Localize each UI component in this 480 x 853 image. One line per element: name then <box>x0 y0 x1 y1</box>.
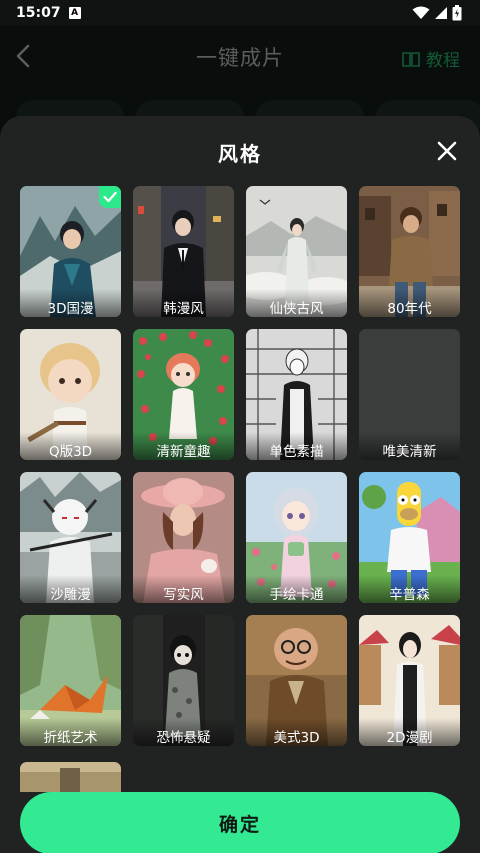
style-card-label: 单色素描 <box>246 432 347 460</box>
style-card-horror-suspense[interactable]: 恐怖悬疑 <box>133 615 234 746</box>
notification-icon: A <box>68 7 81 19</box>
style-card-label: 折纸艺术 <box>20 718 121 746</box>
style-card-label: 美式3D <box>246 718 347 746</box>
style-card-partial[interactable] <box>20 762 121 792</box>
style-card-fresh-childlike[interactable]: 清新童趣 <box>133 329 234 460</box>
status-bar: 15:07 A <box>0 0 480 26</box>
style-card-realistic[interactable]: 写实风 <box>133 472 234 603</box>
battery-icon <box>452 5 462 21</box>
style-card-label: 写实风 <box>133 575 234 603</box>
signal-icon <box>435 7 447 19</box>
style-card-shadiao[interactable]: 沙雕漫 <box>20 472 121 603</box>
style-card-label: 韩漫风 <box>133 289 234 317</box>
style-card-3d-guoman[interactable]: 3D国漫 <box>20 186 121 317</box>
style-card-american-3d[interactable]: 美式3D <box>246 615 347 746</box>
style-card-label: 辛普森 <box>359 575 460 603</box>
style-card-origami[interactable]: 折纸艺术 <box>20 615 121 746</box>
style-card-label: 3D国漫 <box>20 289 121 317</box>
style-card-chibi-3d[interactable]: Q版3D <box>20 329 121 460</box>
style-card-80s[interactable]: 80年代 <box>359 186 460 317</box>
style-card-aesthetic-fresh[interactable]: 唯美清新 <box>359 329 460 460</box>
style-card-label: Q版3D <box>20 432 121 460</box>
wifi-icon <box>412 6 430 19</box>
style-card-label: 2D漫剧 <box>359 718 460 746</box>
close-icon[interactable] <box>436 140 458 162</box>
style-picker-sheet: 风格 3D国漫 韩漫风 仙侠古风 80年代 Q版3D 清新童趣 单色素描 唯美清… <box>0 116 480 853</box>
status-time: 15:07 <box>16 5 61 21</box>
style-card-2d-comic-drama[interactable]: 2D漫剧 <box>359 615 460 746</box>
style-card-label: 80年代 <box>359 289 460 317</box>
style-card-label: 沙雕漫 <box>20 575 121 603</box>
style-card-label: 恐怖悬疑 <box>133 718 234 746</box>
style-card-label: 仙侠古风 <box>246 289 347 317</box>
confirm-button[interactable]: 确定 <box>20 792 460 853</box>
checkmark-icon <box>99 186 121 208</box>
sheet-title: 风格 <box>218 142 262 166</box>
style-card-xianxia[interactable]: 仙侠古风 <box>246 186 347 317</box>
style-card-label: 手绘卡通 <box>246 575 347 603</box>
style-card-handdrawn-cartoon[interactable]: 手绘卡通 <box>246 472 347 603</box>
style-card-korean-manhwa[interactable]: 韩漫风 <box>133 186 234 317</box>
style-thumbnail <box>20 762 121 792</box>
style-card-label: 唯美清新 <box>359 432 460 460</box>
style-grid: 3D国漫 韩漫风 仙侠古风 80年代 Q版3D 清新童趣 单色素描 唯美清新 沙… <box>20 186 461 746</box>
style-card-mono-sketch[interactable]: 单色素描 <box>246 329 347 460</box>
style-card-label: 清新童趣 <box>133 432 234 460</box>
style-card-simpsons[interactable]: 辛普森 <box>359 472 460 603</box>
